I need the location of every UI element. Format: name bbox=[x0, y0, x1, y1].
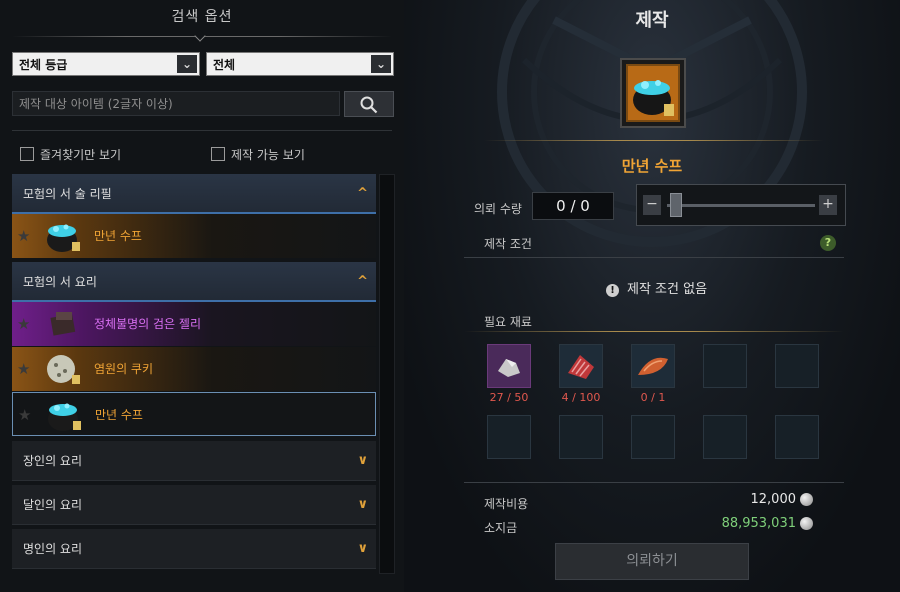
category-label: 명인의 요리 bbox=[23, 542, 83, 556]
owned-money-value: 88,953,031 bbox=[721, 516, 796, 531]
craftable-only-checkbox[interactable]: 제작 가능 보기 bbox=[211, 146, 305, 163]
materials-label: 필요 재료 bbox=[484, 315, 532, 329]
material-slot[interactable] bbox=[559, 344, 603, 388]
request-qty-field[interactable]: 0 / 0 bbox=[532, 192, 614, 220]
star-icon[interactable]: ★ bbox=[17, 302, 30, 346]
material-slot-empty bbox=[631, 415, 675, 459]
search-input[interactable]: 제작 대상 아이템 (2글자 이상) bbox=[12, 91, 340, 116]
search-icon bbox=[360, 96, 378, 114]
checkbox-icon bbox=[20, 147, 34, 161]
material-slot[interactable] bbox=[631, 344, 675, 388]
slider-thumb[interactable] bbox=[670, 193, 682, 217]
recipe-item-name: 만년 수프 bbox=[95, 408, 143, 422]
no-conditions-label: 제작 조건 없음 bbox=[627, 282, 708, 297]
craft-title: 제작 bbox=[635, 10, 669, 31]
request-qty-label: 의뢰 수량 bbox=[474, 202, 522, 216]
craft-cost-value: 12,000 bbox=[750, 492, 797, 507]
chevron-down-icon: ⌄ bbox=[371, 55, 391, 73]
material-slot[interactable] bbox=[487, 344, 531, 388]
no-conditions-text: ! 제작 조건 없음 bbox=[606, 278, 707, 297]
star-icon[interactable]: ★ bbox=[18, 393, 31, 437]
checkbox-icon bbox=[211, 147, 225, 161]
search-button[interactable] bbox=[344, 91, 394, 117]
grade-dropdown-value: 전체 등급 bbox=[19, 58, 68, 72]
divider bbox=[464, 257, 844, 258]
category-header[interactable]: 장인의 요리 ∨ bbox=[12, 441, 376, 481]
favorites-only-checkbox[interactable]: 즐겨찾기만 보기 bbox=[20, 146, 121, 163]
material-slot-empty bbox=[559, 415, 603, 459]
recipe-item-selected[interactable]: ★ 만년 수프 bbox=[12, 392, 376, 436]
material-slot-empty bbox=[487, 415, 531, 459]
recipe-item-name: 만년 수프 bbox=[94, 229, 142, 243]
material-count: 0 / 1 bbox=[640, 391, 666, 404]
result-item-name: 만년 수프 bbox=[621, 157, 683, 175]
info-icon: ! bbox=[606, 284, 619, 297]
minus-button[interactable]: − bbox=[643, 195, 661, 215]
chevron-down-icon: ∨ bbox=[357, 497, 368, 512]
material-slot-empty bbox=[775, 415, 819, 459]
material-slot-empty bbox=[703, 344, 747, 388]
chevron-down-icon: ∨ bbox=[357, 453, 368, 468]
recipe-list: 모험의 서 술 리필 ^ ★ 만년 수프 모험의 서 요리 ^ ★ 정체불명의 … bbox=[12, 174, 376, 574]
black-jelly-icon bbox=[42, 306, 82, 342]
divider bbox=[464, 482, 844, 483]
qty-slider[interactable]: − + bbox=[636, 184, 846, 226]
material-slot-empty bbox=[703, 415, 747, 459]
craft-panel: 제작 만년 수프 의뢰 수량 0 / 0 − + 제작 조건 ? ! 제작 조건 … bbox=[404, 0, 900, 592]
pot-soup-icon bbox=[42, 218, 82, 254]
grade-dropdown[interactable]: 전체 등급 ⌄ bbox=[12, 52, 200, 76]
category-header[interactable]: 모험의 서 술 리필 ^ bbox=[12, 174, 376, 214]
title-notch bbox=[194, 30, 206, 42]
search-panel: 검색 옵션 전체 등급 ⌄ 전체 ⌄ 제작 대상 아이템 (2글자 이상) 즐겨… bbox=[0, 0, 404, 592]
gold-divider bbox=[464, 331, 844, 332]
category-label: 모험의 서 요리 bbox=[23, 275, 97, 289]
material-count: 27 / 50 bbox=[489, 391, 529, 404]
craft-cost-label: 제작비용 bbox=[484, 497, 529, 511]
type-dropdown[interactable]: 전체 ⌄ bbox=[206, 52, 394, 76]
result-item-slot[interactable] bbox=[620, 58, 686, 128]
chevron-down-icon: ∨ bbox=[357, 541, 368, 556]
category-header[interactable]: 명인의 요리 ∨ bbox=[12, 529, 376, 569]
favorites-only-label: 즐겨찾기만 보기 bbox=[40, 148, 122, 162]
star-icon[interactable]: ★ bbox=[17, 347, 30, 391]
category-label: 달인의 요리 bbox=[23, 498, 83, 512]
chevron-down-icon: ⌄ bbox=[177, 55, 197, 73]
chevron-up-icon: ^ bbox=[357, 274, 368, 289]
help-icon[interactable]: ? bbox=[820, 235, 836, 251]
pot-soup-icon bbox=[633, 80, 674, 116]
recipe-item-name: 정체불명의 검은 젤리 bbox=[94, 317, 201, 331]
meat-icon bbox=[568, 355, 594, 379]
silver-coin-icon bbox=[800, 493, 813, 506]
fish-fillet-icon bbox=[638, 357, 668, 375]
silver-coin-icon bbox=[800, 517, 813, 530]
search-options-title: 검색 옵션 bbox=[171, 9, 233, 25]
slider-track bbox=[667, 204, 815, 207]
craftable-only-label: 제작 가능 보기 bbox=[231, 148, 305, 162]
pot-soup-icon bbox=[43, 397, 83, 433]
type-dropdown-value: 전체 bbox=[213, 58, 236, 72]
cookie-icon bbox=[42, 351, 82, 387]
owned-money-label: 소지금 bbox=[484, 521, 518, 535]
conditions-label: 제작 조건 bbox=[484, 237, 532, 251]
star-icon[interactable]: ★ bbox=[17, 214, 30, 258]
chevron-up-icon: ^ bbox=[357, 186, 368, 201]
category-label: 모험의 서 술 리필 bbox=[23, 187, 112, 201]
material-slot-empty bbox=[775, 344, 819, 388]
divider bbox=[12, 130, 392, 131]
plus-button[interactable]: + bbox=[819, 195, 837, 215]
request-button[interactable]: 의뢰하기 bbox=[555, 543, 749, 580]
recipe-item[interactable]: ★ 정체불명의 검은 젤리 bbox=[12, 302, 376, 346]
material-count: 4 / 100 bbox=[561, 391, 601, 404]
recipe-item[interactable]: ★ 만년 수프 bbox=[12, 214, 376, 258]
recipe-item-name: 염원의 쿠키 bbox=[94, 362, 154, 376]
gold-divider bbox=[484, 140, 824, 141]
category-label: 장인의 요리 bbox=[23, 454, 83, 468]
category-header[interactable]: 달인의 요리 ∨ bbox=[12, 485, 376, 525]
list-scrollbar[interactable] bbox=[379, 174, 395, 574]
category-header[interactable]: 모험의 서 요리 ^ bbox=[12, 262, 376, 302]
ore-icon bbox=[498, 359, 520, 377]
recipe-item[interactable]: ★ 염원의 쿠키 bbox=[12, 347, 376, 391]
